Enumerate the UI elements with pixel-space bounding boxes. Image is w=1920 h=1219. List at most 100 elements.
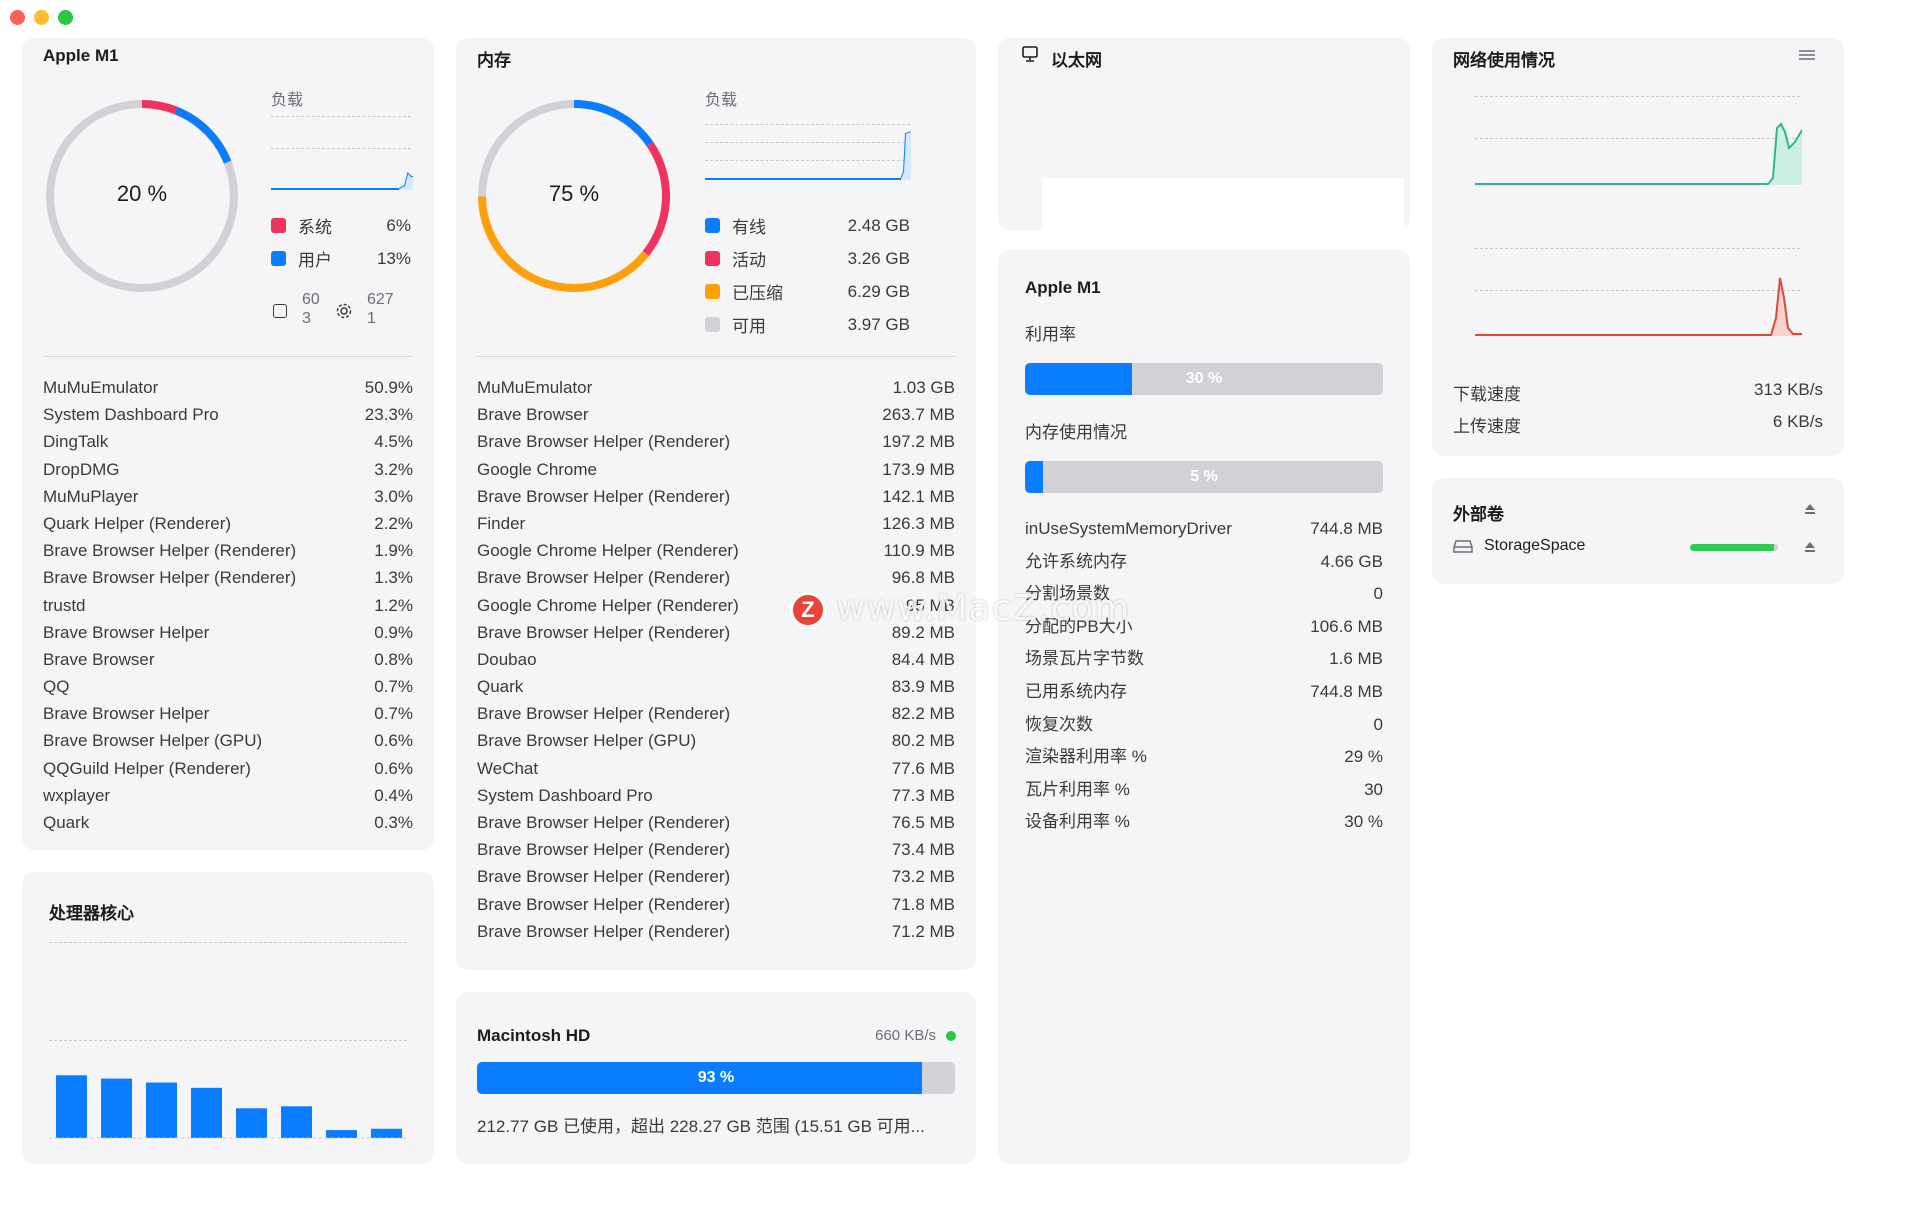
item-name: 瓦片利用率 % (1025, 779, 1130, 799)
item-value: 126.3 MB (882, 513, 955, 533)
item-name: Google Chrome (477, 459, 598, 479)
item-value: 30 (1364, 779, 1383, 799)
memory-divider (477, 356, 955, 357)
item-name: Brave Browser Helper (Renderer) (477, 622, 731, 642)
list-item: WeChat 77.6 MB (477, 755, 955, 782)
item-value: 3.2% (374, 459, 413, 479)
item-name: Doubao (477, 649, 537, 669)
list-item: Google Chrome Helper (Renderer) 110.9 MB (477, 537, 955, 564)
item-name: Quark (43, 813, 90, 832)
memory-title: 内存 (477, 51, 511, 70)
item-name: Quark Helper (Renderer) (43, 513, 232, 533)
memory-legend-active: 活动 3.26 GB (705, 246, 910, 271)
cores-title: 处理器核心 (49, 904, 134, 923)
item-value: 0 (1373, 584, 1383, 604)
item-value: 0.6% (374, 731, 413, 751)
item-value: 83.9 MB (891, 677, 955, 697)
list-item: Brave Browser Helper (Renderer) 71.2 MB (477, 918, 955, 945)
gpu-util-label: 利用率 (1025, 325, 1076, 344)
disk-speed: 660 KB/s (875, 1027, 936, 1044)
upload-grid (1475, 248, 1800, 249)
volume-name[interactable]: StorageSpace (1484, 537, 1585, 555)
cpu-legend-value: 13% (376, 248, 411, 268)
item-name: Brave Browser Helper (43, 704, 210, 724)
memory-legend-label: 活动 (732, 251, 766, 270)
gpu-mem-label: 内存使用情况 (1025, 423, 1127, 442)
close-button[interactable] (10, 10, 25, 25)
item-name: 设备利用率 % (1025, 812, 1130, 832)
core-bar (56, 1075, 87, 1138)
cores-chart (49, 1075, 407, 1139)
gpu-mem-bar: 5 % (1025, 461, 1383, 493)
item-name: Brave Browser Helper (Renderer) (477, 921, 731, 941)
zoom-button[interactable] (58, 10, 73, 25)
item-name: Brave Browser Helper (Renderer) (477, 840, 731, 860)
core-bar (326, 1130, 357, 1138)
list-item: Brave Browser Helper (Renderer) 73.2 MB (477, 863, 955, 890)
cores-card: 处理器核心 (22, 872, 434, 1164)
cpu-load-grid (271, 116, 411, 117)
item-value: 71.2 MB (891, 921, 955, 941)
memory-ring-percent: 75 % (548, 181, 600, 206)
list-item: Brave Browser Helper 0.7% (43, 700, 413, 727)
item-name: 场景瓦片字节数 (1025, 649, 1144, 669)
item-value: 0.9% (374, 622, 413, 642)
item-name: 已用系统内存 (1025, 681, 1127, 701)
memory-legend-compressed: 已压缩 6.29 GB (705, 279, 910, 304)
cpu-legend-value: 6% (386, 215, 411, 235)
item-name: trustd (43, 595, 86, 615)
upload-speed-row: 上传速度 6 KB/s (1453, 412, 1823, 437)
menu-icon[interactable] (1798, 48, 1816, 62)
item-name: Brave Browser Helper (GPU) (43, 731, 263, 751)
item-value: 0.8% (374, 649, 413, 669)
memory-legend-label: 可用 (732, 317, 766, 336)
volume-usage-fill (1690, 544, 1774, 551)
list-item: 允许系统内存 4.66 GB (1025, 546, 1383, 579)
list-item: 设备利用率 % 30 % (1025, 806, 1383, 839)
list-item: trustd 1.2% (43, 592, 413, 619)
processes-count: 627 1 (367, 291, 394, 327)
item-value: 82.2 MB (891, 704, 955, 724)
item-value: 1.3% (374, 568, 413, 588)
list-item: Quark 83.9 MB (477, 673, 955, 700)
gear-icon (336, 303, 352, 319)
item-value: 0.6% (374, 758, 413, 778)
list-item: Brave Browser Helper 0.9% (43, 619, 413, 646)
list-item: QQ 0.7% (43, 673, 413, 700)
gpu-mem-percent: 5 % (1190, 468, 1218, 485)
list-item: MuMuEmulator 1.03 GB (477, 374, 955, 401)
core-bar (101, 1078, 132, 1138)
item-name: Brave Browser Helper (Renderer) (43, 541, 297, 561)
monitor-icon (1022, 46, 1038, 62)
list-item: MuMuPlayer 3.0% (43, 483, 413, 510)
item-value: 71.8 MB (891, 894, 955, 914)
item-value: 197.2 MB (882, 432, 955, 452)
item-value: 0.7% (374, 677, 413, 697)
item-value: 1.9% (374, 541, 413, 561)
item-name: Brave Browser Helper (Renderer) (477, 894, 731, 914)
item-name: MuMuPlayer (43, 486, 139, 506)
item-value: 73.2 MB (891, 867, 955, 887)
disk-card: Macintosh HD 660 KB/s 93 % 212.77 GB 已使用… (456, 992, 976, 1164)
list-item: Brave Browser Helper (Renderer) 142.1 MB (477, 483, 955, 510)
eject-all-icon[interactable] (1803, 502, 1817, 516)
item-value: 4.66 GB (1320, 551, 1383, 571)
item-name: Brave Browser Helper (Renderer) (43, 568, 297, 588)
item-value: 744.8 MB (1310, 519, 1383, 538)
list-item: DropDMG 3.2% (43, 456, 413, 483)
item-value: 73.4 MB (891, 840, 955, 860)
eject-icon[interactable] (1803, 540, 1817, 554)
list-item: System Dashboard Pro 23.3% (43, 401, 413, 428)
minimize-button[interactable] (34, 10, 49, 25)
item-name: DingTalk (43, 432, 109, 452)
download-speed-label: 下载速度 (1453, 385, 1521, 404)
ethernet-card: 以太网 (998, 38, 1410, 230)
volume-usage-bar (1690, 544, 1778, 551)
cpu-load-grid (271, 148, 411, 149)
ethernet-blank-panel (1042, 178, 1404, 230)
item-name: Brave Browser Helper (GPU) (477, 731, 697, 751)
gpu-util-percent: 30 % (1185, 370, 1223, 387)
item-name: System Dashboard Pro (477, 785, 653, 805)
item-value: 23.3% (364, 405, 413, 425)
list-item: Brave Browser Helper (Renderer) 71.8 MB (477, 891, 955, 918)
